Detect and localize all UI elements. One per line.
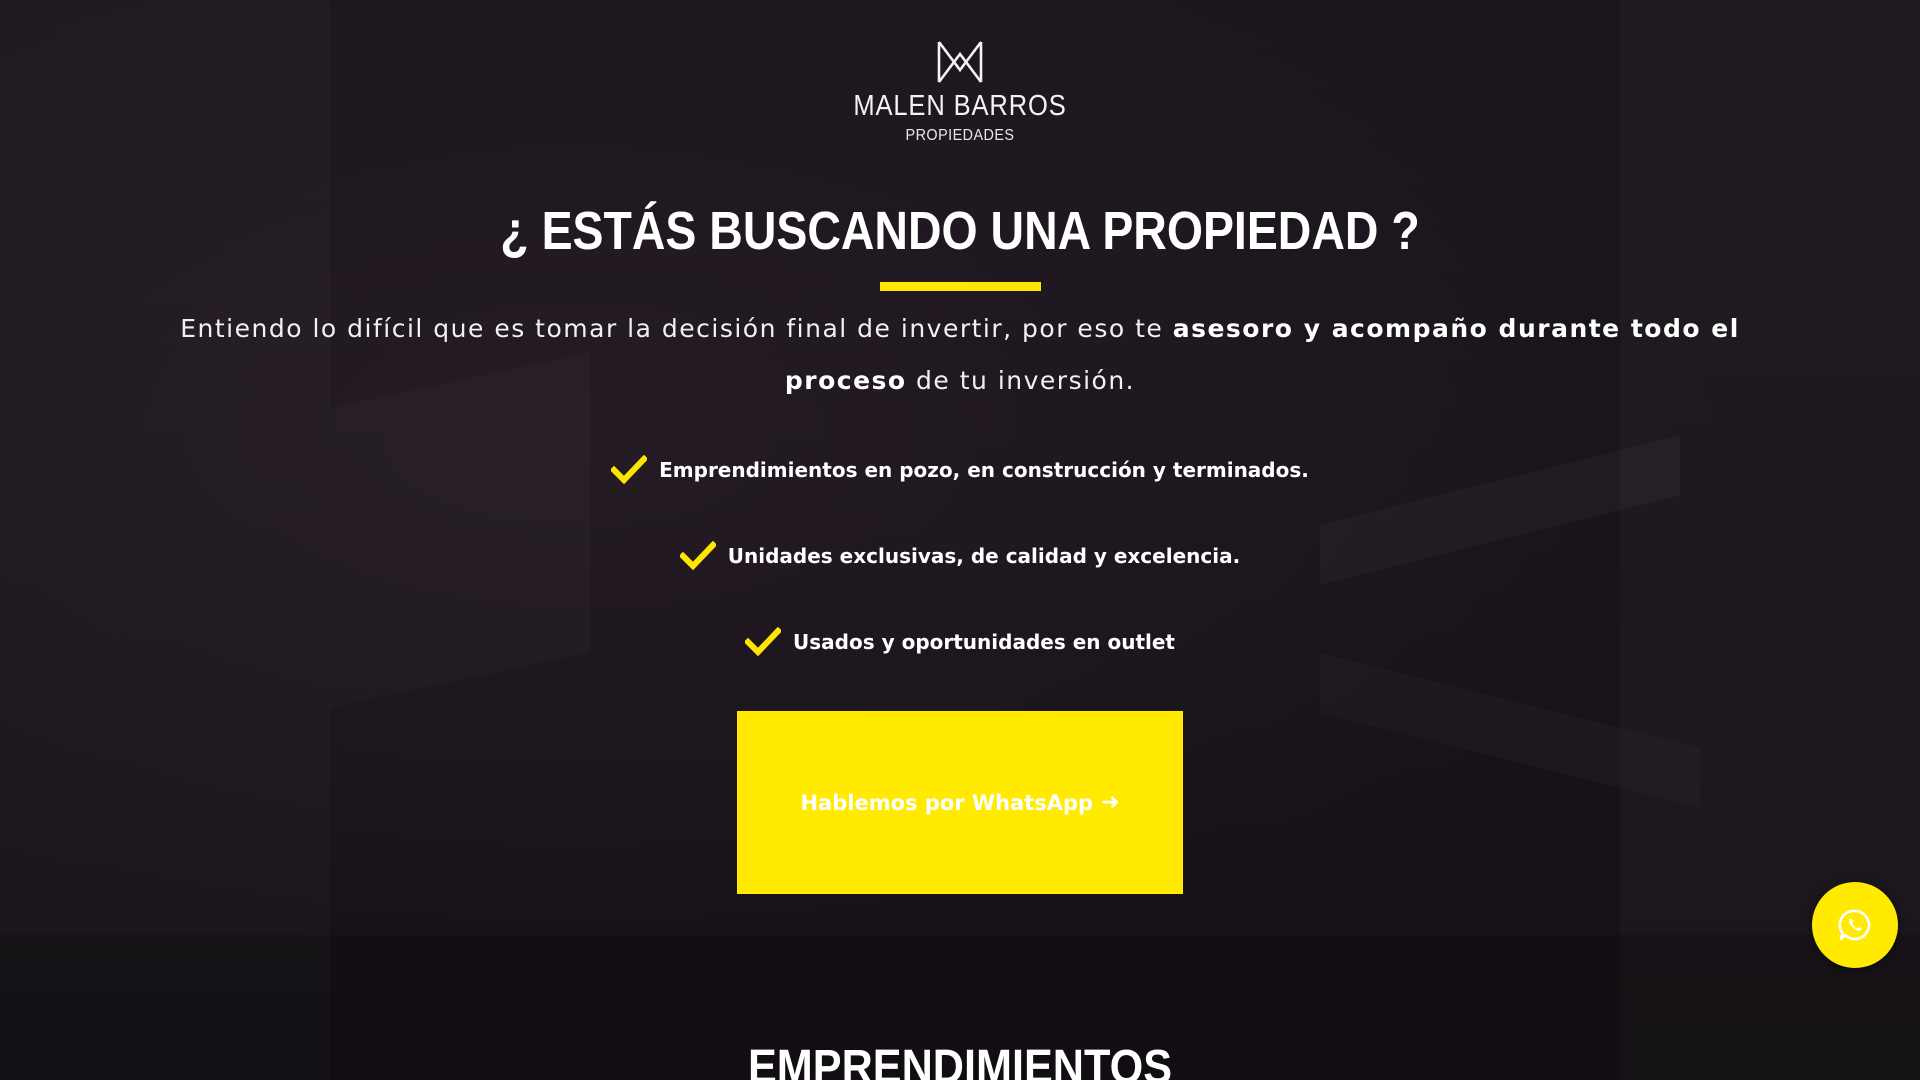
- brand-logo[interactable]: MALEN BARROS PROPIEDADES: [0, 36, 1920, 145]
- feature-item: Usados y oportunidades en outlet: [0, 622, 1920, 662]
- whatsapp-float-button[interactable]: [1812, 882, 1898, 968]
- feature-list: Emprendimientos en pozo, en construcción…: [0, 450, 1920, 708]
- m-monogram-logo-icon: [937, 41, 983, 83]
- page-title: ¿ ESTÁS BUSCANDO UNA PROPIEDAD ?: [500, 201, 1420, 261]
- check-icon: [611, 455, 648, 485]
- brand-name: MALEN BARROS: [853, 90, 1067, 122]
- cta-label: Hablemos por WhatsApp: [800, 790, 1094, 815]
- check-icon: [679, 541, 716, 571]
- feature-text: Unidades exclusivas, de calidad y excele…: [727, 544, 1241, 568]
- feature-item: Unidades exclusivas, de calidad y excele…: [0, 536, 1920, 576]
- check-icon: [745, 627, 782, 657]
- arrow-right-icon: ➜: [1101, 790, 1120, 815]
- whatsapp-icon: [1838, 909, 1871, 941]
- feature-text: Usados y oportunidades en outlet: [793, 630, 1175, 654]
- title-underline: [880, 282, 1041, 291]
- brand-subtitle: PROPIEDADES: [905, 127, 1015, 144]
- whatsapp-cta-button[interactable]: Hablemos por WhatsApp ➜: [737, 711, 1183, 894]
- feature-text: Emprendimientos en pozo, en construcción…: [659, 458, 1309, 482]
- intro-paragraph: Entiendo lo difícil que es tomar la deci…: [180, 303, 1740, 407]
- intro-text: Entiendo lo difícil que es tomar la deci…: [180, 314, 1173, 343]
- intro-text-end: de tu inversión.: [906, 366, 1136, 395]
- feature-item: Emprendimientos en pozo, en construcción…: [0, 450, 1920, 490]
- section-title-emprendimientos: EMPRENDIMIENTOS: [747, 1041, 1173, 1080]
- landing-page: MALEN BARROS PROPIEDADES ¿ ESTÁS BUSCAND…: [0, 0, 1920, 1080]
